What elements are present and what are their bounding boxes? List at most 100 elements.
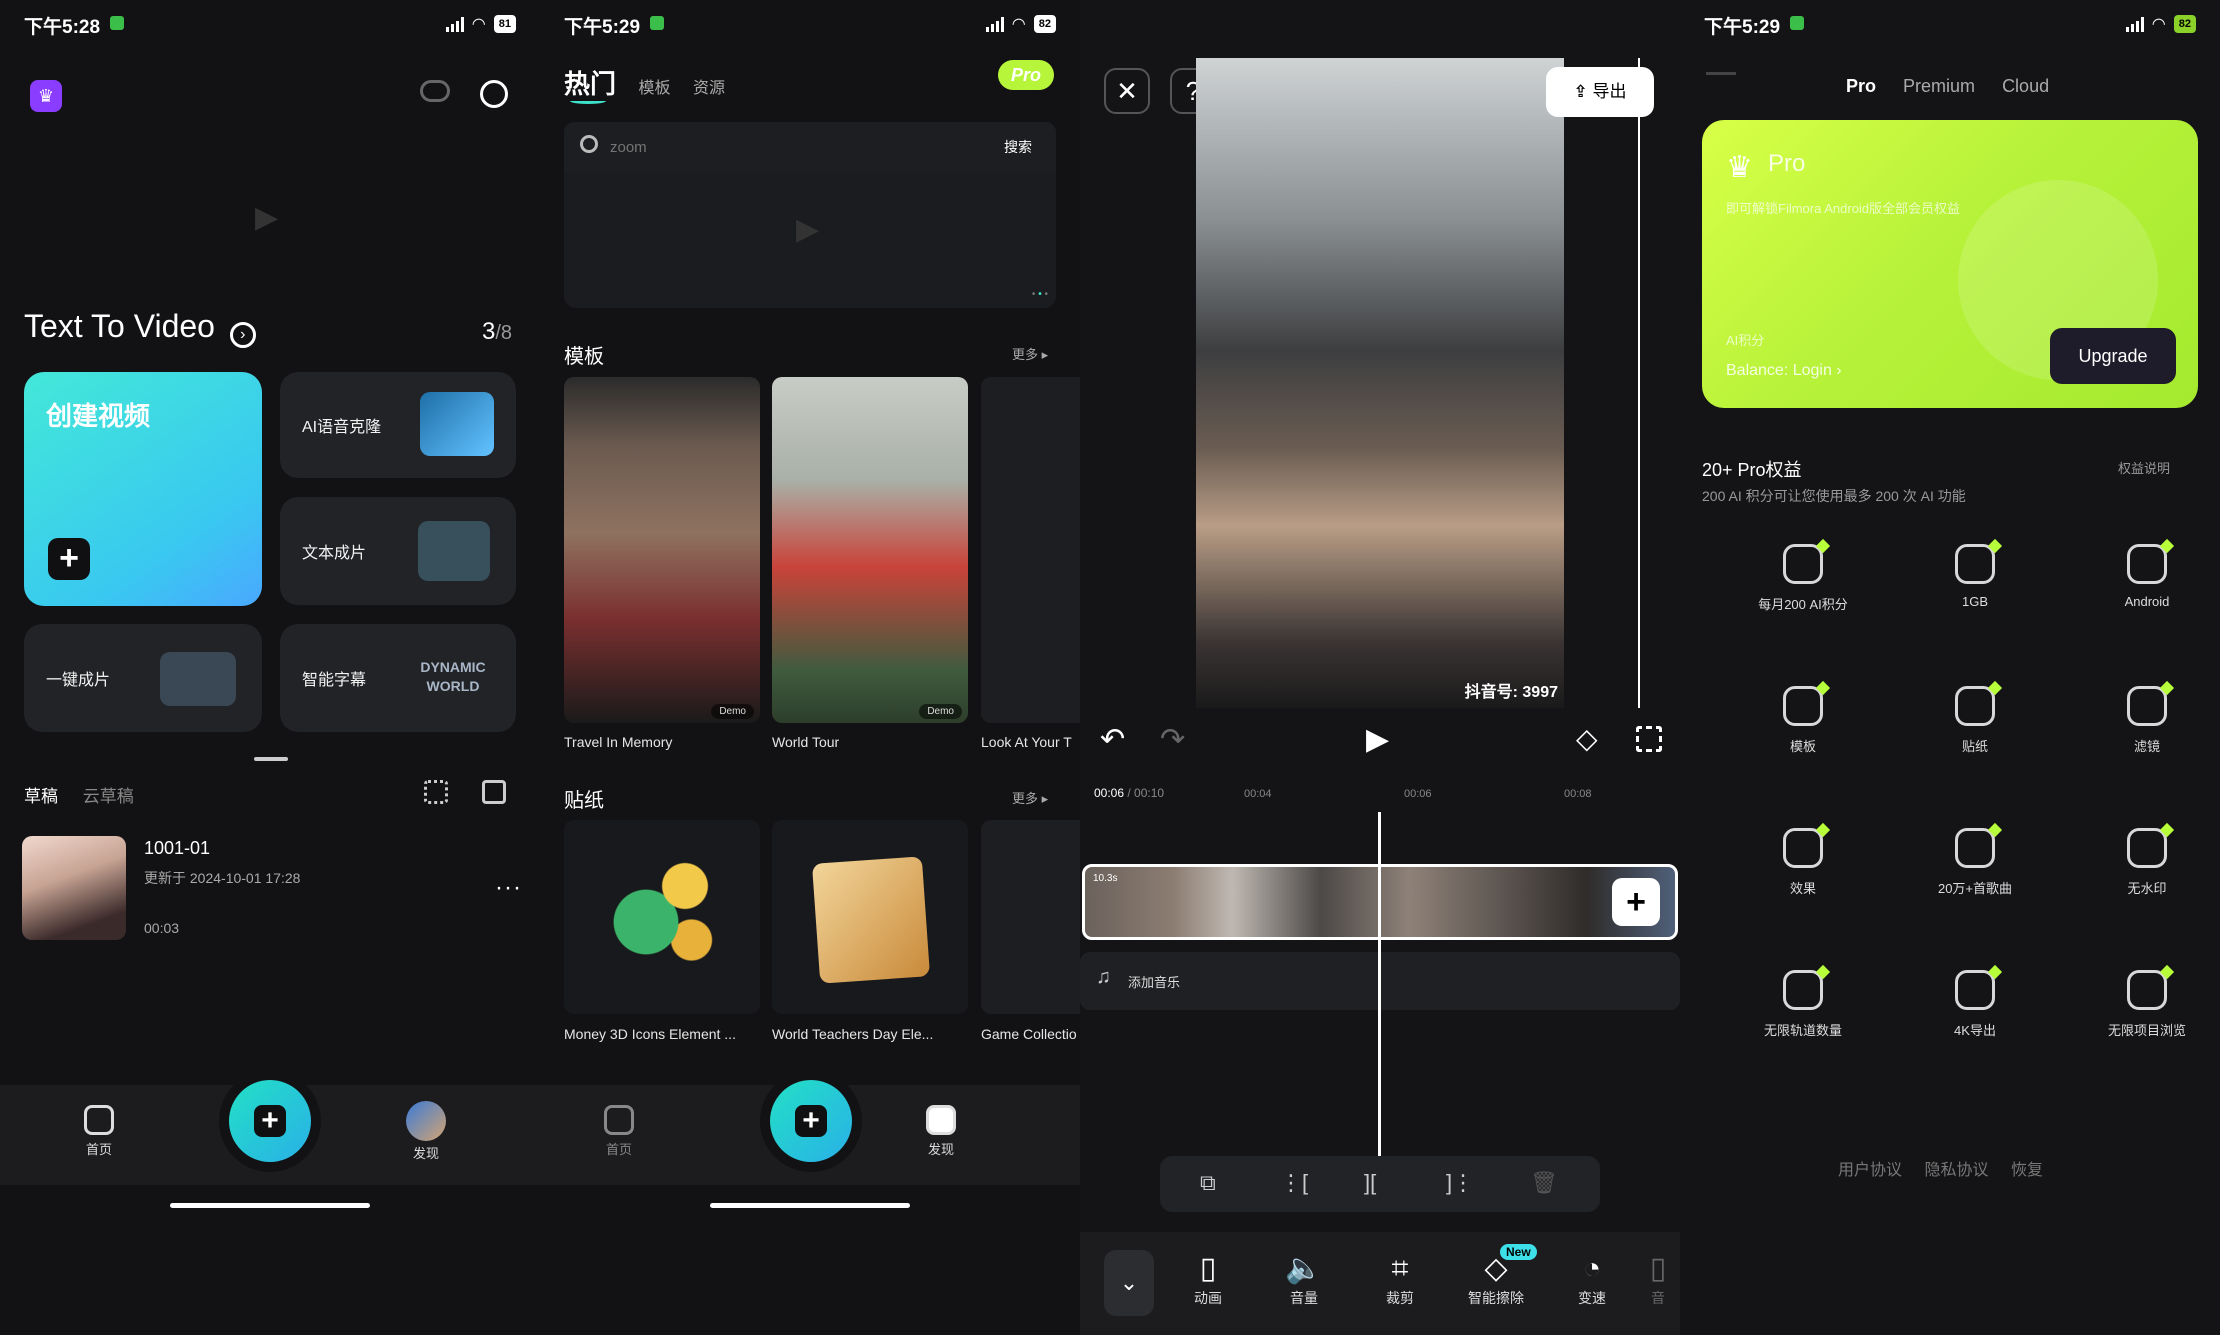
template-thumb-world[interactable]: Demo: [772, 377, 968, 723]
sticker-game[interactable]: [981, 820, 1080, 1014]
notebook-sticker-art: [811, 856, 931, 984]
smile-icon[interactable]: [480, 80, 508, 108]
crown-icon: ♛: [1726, 151, 1753, 184]
template-caption: Look At Your T: [981, 734, 1072, 750]
sticker-money[interactable]: [564, 820, 760, 1014]
template-caption: World Tour: [772, 734, 840, 750]
nav-home[interactable]: 首页: [84, 1105, 114, 1158]
wifi-icon: ◠: [2151, 16, 2166, 33]
tab-pro[interactable]: Pro: [1846, 76, 1876, 96]
tool-label: 音: [1651, 1290, 1665, 1306]
fullscreen-icon[interactable]: [1636, 726, 1662, 752]
create-video-card[interactable]: 创建视频 +: [24, 372, 262, 606]
tool-animation[interactable]: ▯ 动画: [1168, 1250, 1248, 1308]
more-label: 更多: [1012, 791, 1039, 806]
grid-view-icon[interactable]: [424, 780, 448, 804]
perk-icon: [1783, 686, 1823, 726]
one-click-film-card[interactable]: 一键成片: [24, 624, 262, 732]
playhead[interactable]: [1378, 812, 1381, 1156]
status-time: 下午5:29: [564, 17, 641, 38]
tool-label: 裁剪: [1386, 1290, 1414, 1306]
perk-item: 效果: [1718, 828, 1888, 897]
upgrade-button[interactable]: Upgrade: [2050, 328, 2176, 384]
duplicate-icon[interactable]: ⧉: [1200, 1170, 1216, 1196]
tab-cloud-drafts[interactable]: 云草稿: [83, 787, 134, 806]
discover-screen: 下午5:29 ◠ 82 热门 模板 资源 Pro 搜索 ▶ • • • 模板 更…: [540, 0, 1080, 1335]
more-icon[interactable]: ···: [495, 874, 522, 902]
crown-icon[interactable]: ♛: [30, 80, 62, 112]
create-fab[interactable]: +: [229, 1080, 311, 1162]
search-input[interactable]: [610, 134, 940, 160]
templates-more[interactable]: 更多 ▸: [1012, 344, 1048, 363]
close-button[interactable]: ✕: [1104, 68, 1150, 114]
undo-icon[interactable]: ↶: [1100, 722, 1125, 757]
banner[interactable]: ▶ • • •: [564, 172, 1056, 308]
export-button[interactable]: ⇪ 导出: [1546, 67, 1654, 117]
carousel-dots: • • •: [1031, 289, 1048, 300]
sheet-handle[interactable]: [254, 757, 288, 761]
tab-hot[interactable]: 热门: [564, 69, 616, 99]
play-icon[interactable]: ▶: [1366, 722, 1389, 757]
tab-resources[interactable]: 资源: [693, 80, 725, 97]
tool-audio[interactable]: ▯ 音: [1636, 1250, 1680, 1308]
add-clip-button[interactable]: +: [1612, 878, 1660, 926]
watermark: 抖音号: 3997: [1464, 684, 1558, 701]
split-right-icon[interactable]: ]⋮: [1446, 1170, 1474, 1196]
stickers-title: 贴纸: [564, 790, 604, 812]
create-fab[interactable]: +: [770, 1080, 852, 1162]
video-preview[interactable]: 抖音号: 3997: [1196, 58, 1564, 708]
discover-icon: [926, 1105, 956, 1135]
edit-icon[interactable]: [482, 780, 506, 804]
stickers-more[interactable]: 更多 ▸: [1012, 788, 1048, 807]
perk-item: 无限项目浏览: [2062, 970, 2220, 1039]
sticker-teachers[interactable]: [772, 820, 968, 1014]
back-icon[interactable]: [1706, 72, 1736, 75]
arrow-circle-icon[interactable]: ›: [229, 322, 256, 348]
money-sticker-art: [594, 850, 724, 970]
restore-link[interactable]: 恢复: [2011, 1162, 2043, 1179]
collapse-button[interactable]: ⌄: [1104, 1250, 1154, 1316]
tool-label: 智能擦除: [1468, 1290, 1524, 1306]
perk-label: Android: [2124, 594, 2170, 609]
smart-subtitle-card[interactable]: 智能字幕 DYNAMIC WORLD: [280, 624, 516, 732]
animation-icon: ▯: [1199, 1252, 1217, 1285]
redo-icon[interactable]: ↷: [1160, 722, 1185, 757]
nav-discover[interactable]: 发现: [406, 1101, 446, 1162]
nav-discover[interactable]: 发现: [926, 1105, 956, 1158]
add-music-label: 添加音乐: [1128, 975, 1181, 990]
search-bar[interactable]: 搜索: [564, 122, 1056, 172]
tool-volume[interactable]: 🔈 音量: [1264, 1250, 1344, 1308]
perks-explain-link[interactable]: 权益说明: [2118, 458, 2170, 477]
user-agreement-link[interactable]: 用户协议: [1838, 1162, 1902, 1179]
tool-crop[interactable]: ⌗ 裁剪: [1360, 1250, 1440, 1308]
ai-voice-clone-card[interactable]: AI语音克隆: [280, 372, 516, 478]
tool-speed[interactable]: ◔ 变速: [1552, 1250, 1632, 1308]
card-label: 智能字幕: [302, 672, 367, 689]
pro-badge[interactable]: Pro: [998, 60, 1054, 90]
tab-templates[interactable]: 模板: [638, 80, 670, 97]
footer-links: 用户协议 隐私协议 恢复: [1838, 1156, 2043, 1180]
editor-screen: ✕ ? 抖音号: 3997 ⇪ 导出 ↶ ↷ ▶ ◇ 00:06 / 00:10…: [1080, 0, 1680, 1335]
nav-home[interactable]: 首页: [604, 1105, 634, 1158]
split-icon[interactable]: ][: [1364, 1170, 1376, 1196]
draft-item[interactable]: 1001-01 更新于 2024-10-01 17:28 00:03 ···: [22, 836, 522, 940]
search-button[interactable]: 搜索: [1004, 137, 1032, 157]
more-label: 更多: [1012, 347, 1039, 362]
balance-login[interactable]: Balance: Login ›: [1726, 362, 1842, 380]
text-to-film-card[interactable]: 文本成片: [280, 497, 516, 605]
tool-label: 音量: [1290, 1290, 1318, 1306]
new-badge: New: [1500, 1244, 1537, 1260]
cloud-icon[interactable]: [420, 80, 450, 102]
magic-keyframe-icon[interactable]: ◇: [1576, 722, 1598, 755]
time-current: 00:06: [1094, 786, 1125, 800]
tab-premium[interactable]: Premium: [1903, 76, 1975, 96]
template-thumb-look[interactable]: [981, 377, 1080, 723]
privacy-link[interactable]: 隐私协议: [1924, 1162, 1988, 1179]
tab-cloud[interactable]: Cloud: [2002, 76, 2049, 96]
tab-underline: [570, 98, 606, 104]
delete-icon[interactable]: 🗑: [1530, 1170, 1558, 1196]
split-left-icon[interactable]: ⋮[: [1280, 1170, 1308, 1196]
tab-drafts[interactable]: 草稿: [24, 787, 58, 806]
template-thumb-travel[interactable]: Demo: [564, 377, 760, 723]
banner-placeholder: ▶: [255, 201, 279, 234]
